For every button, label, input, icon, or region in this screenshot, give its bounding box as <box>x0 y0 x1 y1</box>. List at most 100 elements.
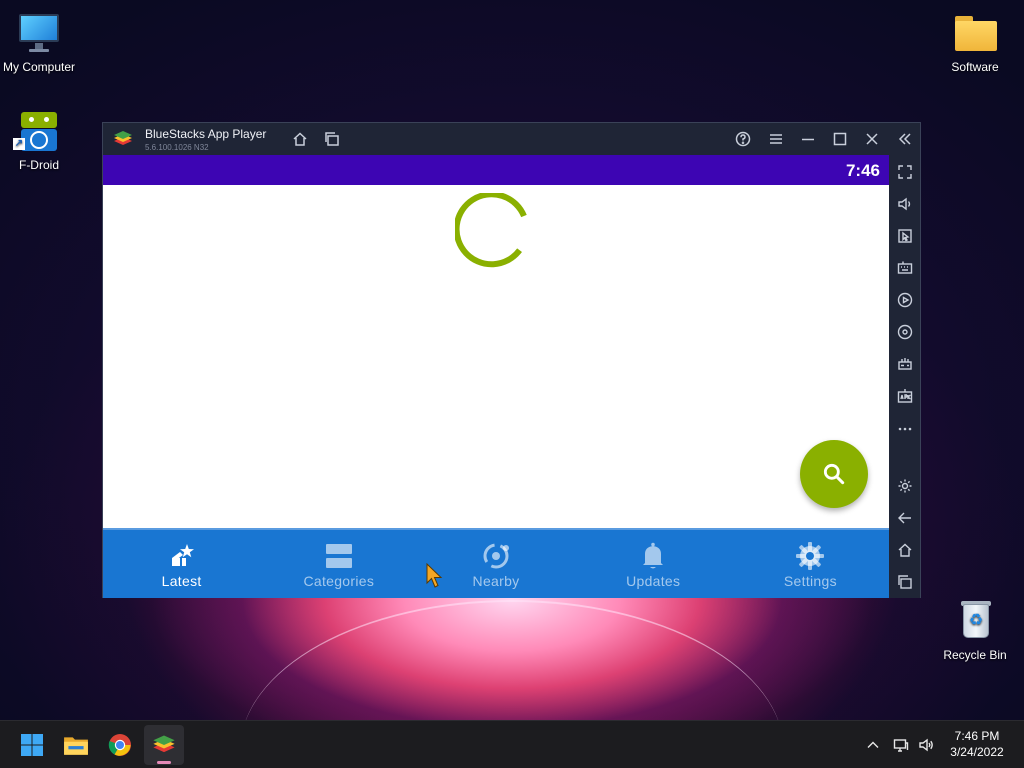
gamepad-icon <box>898 358 912 370</box>
status-bar-time: 7:46 <box>845 161 880 180</box>
screen-record-icon <box>897 324 913 340</box>
folder-icon <box>953 10 997 54</box>
menu-icon <box>770 134 782 144</box>
chrome-icon <box>108 734 131 756</box>
chrome-button[interactable] <box>100 725 140 765</box>
home-icon <box>898 543 912 557</box>
bell-icon <box>643 542 664 569</box>
latest-icon <box>171 544 194 566</box>
more-icon <box>898 427 912 431</box>
bluestacks-window: BlueStacks App Player 5.6.100.1026 N32 7 <box>102 122 921 598</box>
nav-tab-categories[interactable]: Categories <box>260 530 417 598</box>
volume-icon <box>898 197 911 211</box>
android-status-bar: 7:46 <box>103 155 889 185</box>
nav-tab-settings[interactable]: Settings <box>732 530 889 598</box>
home-icon <box>293 132 307 146</box>
nav-tab-label: Updates <box>626 573 681 589</box>
bluestacks-icon <box>153 735 175 753</box>
multi-instance-icon <box>325 132 339 146</box>
collapse-sidebar-icon <box>898 133 911 145</box>
volume-button[interactable] <box>895 194 915 214</box>
desktop-icon-my-computer[interactable]: My Computer <box>0 10 84 74</box>
maximize-button[interactable] <box>830 129 850 149</box>
help-button[interactable] <box>733 129 753 149</box>
settings-icon <box>898 479 912 493</box>
search-fab-button[interactable] <box>800 440 868 508</box>
recycle-bin-icon: ♻ <box>953 598 997 642</box>
fullscreen-icon <box>898 165 912 179</box>
apk-install-button[interactable] <box>895 386 915 406</box>
bluestacks-taskbar-button[interactable] <box>144 725 184 765</box>
more-button[interactable] <box>895 418 915 438</box>
nav-tab-updates[interactable]: Updates <box>575 530 732 598</box>
multi-instance-button[interactable] <box>322 129 342 149</box>
nav-tab-label: Latest <box>161 573 202 589</box>
desktop-icon-recycle-bin[interactable]: ♻ Recycle Bin <box>930 598 1020 662</box>
volume-icon <box>919 738 933 752</box>
minimize-icon <box>802 138 814 141</box>
help-icon <box>735 131 751 147</box>
volume-tray-button[interactable] <box>916 735 936 755</box>
chevron-up-icon <box>867 741 879 748</box>
macro-record-icon <box>897 292 913 308</box>
start-icon <box>21 734 43 756</box>
android-screen[interactable]: 7:46 Latest Categories Nearby Updates Se… <box>103 155 889 598</box>
taskbar: 7:46 PM 3/24/2022 <box>0 720 1024 768</box>
pointer-icon <box>898 229 912 243</box>
file-explorer-button[interactable] <box>56 725 96 765</box>
categories-icon <box>325 544 352 568</box>
maximize-icon <box>833 132 847 146</box>
home-button[interactable] <box>290 129 310 149</box>
nav-tab-label: Categories <box>303 573 375 589</box>
recent-apps-button[interactable] <box>895 572 915 592</box>
taskbar-time: 7:46 PM <box>954 729 1000 743</box>
show-hidden-icons-button[interactable] <box>863 735 883 755</box>
desktop-icon-fdroid[interactable]: ↗ F-Droid <box>0 108 84 172</box>
menu-button[interactable] <box>766 129 786 149</box>
back-button[interactable] <box>895 508 915 528</box>
mouse-cursor-icon <box>426 563 443 588</box>
bluestacks-sidebar <box>889 155 920 598</box>
keyboard-button[interactable] <box>895 258 915 278</box>
android-home-button[interactable] <box>895 540 915 560</box>
nav-tab-label: Settings <box>783 573 837 589</box>
nav-tab-latest[interactable]: Latest <box>103 530 260 598</box>
nearby-icon <box>483 543 509 569</box>
desktop-icon-label: Recycle Bin <box>943 648 1007 662</box>
collapse-sidebar-button[interactable] <box>895 129 915 149</box>
active-app-indicator <box>157 761 171 764</box>
pointer-button[interactable] <box>895 226 915 246</box>
gamepad-button[interactable] <box>895 354 915 374</box>
loading-spinner <box>455 193 527 268</box>
desktop-icon-label: Software <box>951 60 999 74</box>
keyboard-icon <box>897 261 913 274</box>
close-icon <box>866 133 878 145</box>
search-icon <box>823 463 845 485</box>
file-explorer-icon <box>64 737 88 755</box>
network-button[interactable] <box>891 735 911 755</box>
taskbar-clock[interactable]: 7:46 PM 3/24/2022 <box>945 728 1009 760</box>
apk-install-icon <box>897 389 913 403</box>
fullscreen-button[interactable] <box>895 162 915 182</box>
fdroid-icon: ↗ <box>13 108 61 152</box>
settings-button[interactable] <box>895 476 915 496</box>
monitor-icon <box>17 10 61 54</box>
desktop-icon-label: My Computer <box>2 60 76 74</box>
macro-record-button[interactable] <box>895 290 915 310</box>
minimize-button[interactable] <box>798 129 818 149</box>
window-version: 5.6.100.1026 N32 <box>145 143 209 152</box>
window-title: BlueStacks App Player <box>145 127 267 141</box>
desktop-icon-label: F-Droid <box>18 158 59 172</box>
start-button[interactable] <box>12 725 52 765</box>
close-button[interactable] <box>862 129 882 149</box>
back-icon <box>898 512 911 524</box>
screen-record-button[interactable] <box>895 322 915 342</box>
desktop-icon-software[interactable]: Software <box>930 10 1020 74</box>
gear-icon <box>796 542 825 570</box>
taskbar-date: 3/24/2022 <box>950 745 1004 759</box>
bluestacks-logo-icon <box>114 131 132 145</box>
recent-apps-icon <box>898 575 912 589</box>
bottom-navigation: Latest Categories Nearby Updates Setting… <box>103 528 889 598</box>
title-bar[interactable]: BlueStacks App Player 5.6.100.1026 N32 <box>103 123 920 155</box>
network-icon <box>893 739 909 752</box>
